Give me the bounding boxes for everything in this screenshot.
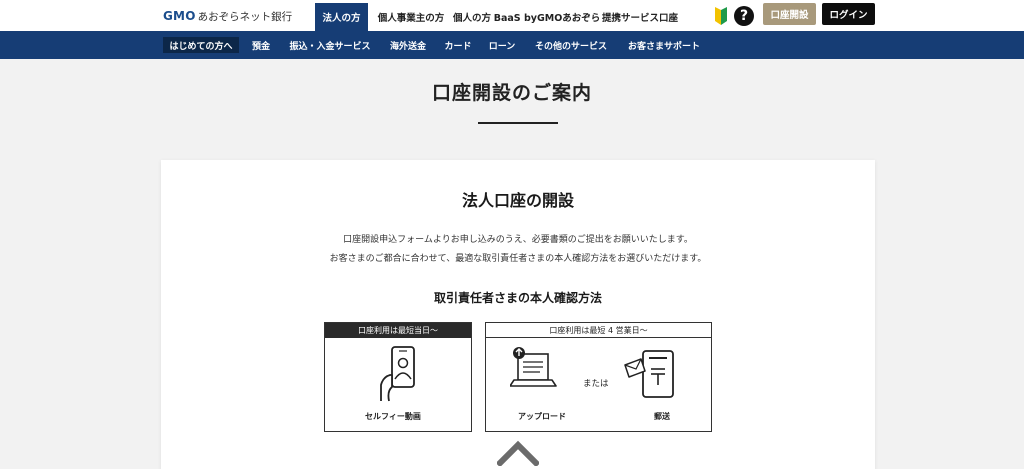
page-title: 口座開設のご案内: [431, 82, 592, 104]
nav-item-support[interactable]: お客さまサポート: [622, 37, 706, 53]
selfie-option-head: 口座利用は最短当日〜: [325, 323, 471, 338]
nav-item-overseas[interactable]: 海外送金: [384, 37, 432, 53]
nav-item-loan[interactable]: ローン: [484, 37, 520, 53]
description-line-2: お客さまのご都合に合わせて、最適な取引責任者さまの本人確認方法をお選びいただけま…: [329, 254, 707, 264]
or-text: または: [583, 379, 609, 389]
mail-label: 郵送: [654, 412, 670, 421]
top-header: GMO あおぞらネット銀行 法人の方 個人事業主の方 個人の方 BaaS byG…: [0, 0, 1024, 31]
selfie-label: セルフィー動画: [365, 412, 421, 421]
logo-name: あおぞらネット銀行: [197, 10, 293, 23]
card-title: 法人口座の開設: [461, 191, 574, 210]
nav-item-card[interactable]: カード: [440, 37, 476, 53]
nav-item-beginners[interactable]: はじめての方へ: [163, 37, 239, 53]
logo-brand: GMO: [163, 9, 196, 23]
tab-partner-service[interactable]: 提携サービス口座: [602, 3, 678, 31]
laptop-upload-icon: [510, 347, 557, 387]
tab-corporate[interactable]: 法人の方: [315, 3, 368, 31]
login-button[interactable]: ログイン: [822, 3, 875, 25]
description-line-1: 口座開設申込フォームよりお申し込みのうえ、必要書類のご提出をお願いいたします。: [343, 235, 693, 245]
question-icon[interactable]: ?: [734, 6, 754, 26]
open-account-button[interactable]: 口座開設: [763, 3, 816, 25]
nav-item-transfer[interactable]: 振込・入金サービス: [284, 37, 376, 53]
postbox-icon: [624, 350, 674, 398]
account-opening-card: 法人口座の開設 口座開設申込フォームよりお申し込みのうえ、必要書類のご提出をお願…: [161, 160, 875, 469]
smartphone-selfie-icon: [380, 346, 415, 402]
title-divider: [478, 122, 558, 124]
selfie-option-box[interactable]: 口座利用は最短当日〜 セルフィー動画: [324, 322, 472, 432]
tab-personal[interactable]: 個人の方: [452, 3, 492, 31]
tab-baas[interactable]: BaaS byGMOあおぞら: [494, 3, 601, 31]
upload-mail-option-box[interactable]: 口座利用は最短 4 営業日〜 アップロード または 郵送: [485, 322, 712, 432]
main-nav: はじめての方へ 預金 振込・入金サービス 海外送金 カード ローン その他のサー…: [0, 31, 1024, 59]
site-logo[interactable]: GMO あおぞらネット銀行: [163, 8, 292, 24]
nav-item-other-services[interactable]: その他のサービス: [528, 37, 614, 53]
verification-subtitle: 取引責任者さまの本人確認方法: [433, 291, 602, 305]
nav-item-deposit[interactable]: 預金: [246, 37, 276, 53]
chevron-up-icon[interactable]: [497, 440, 539, 466]
upload-mail-option-head: 口座利用は最短 4 営業日〜: [486, 323, 711, 338]
tab-sole-proprietor[interactable]: 個人事業主の方: [378, 3, 445, 31]
upload-label: アップロード: [518, 412, 566, 421]
beginner-leaf-icon[interactable]: [714, 6, 728, 26]
